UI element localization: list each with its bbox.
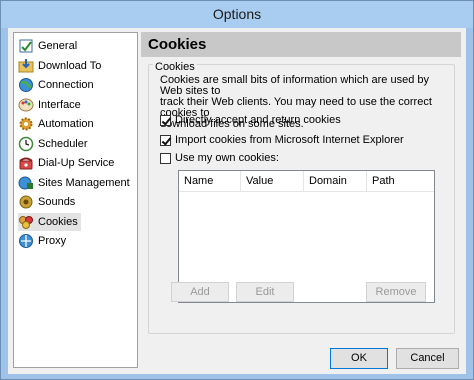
ok-button[interactable]: OK	[330, 348, 388, 369]
options-window: Options General Download To Connection I…	[0, 0, 474, 380]
clock-icon	[18, 136, 34, 152]
sidebar-item-label: Sites Management	[38, 177, 130, 189]
own-cookies-checkbox[interactable]	[160, 152, 171, 164]
sidebar-item-label: Interface	[38, 99, 81, 111]
import-ie-cookies-option[interactable]: Import cookies from Microsoft Internet E…	[160, 134, 404, 146]
sidebar-item-label: Automation	[38, 118, 94, 130]
cancel-button[interactable]: Cancel	[396, 348, 459, 369]
sidebar-item-label: General	[38, 40, 78, 52]
sidebar-item-label: Proxy	[38, 235, 67, 247]
sidebar-item-sites-management[interactable]: Sites Management	[18, 174, 133, 192]
import-ie-cookies-checkbox[interactable]	[160, 134, 171, 146]
sidebar-item-automation[interactable]: Automation	[18, 115, 97, 133]
table-header: Name Value Domain Path	[179, 171, 434, 192]
remove-button[interactable]: Remove	[366, 282, 426, 302]
sidebar-item-label: Sounds	[38, 196, 76, 208]
own-cookies-option[interactable]: Use my own cookies:	[160, 152, 279, 164]
sidebar-item-label: Cookies	[38, 216, 78, 228]
sidebar-item-proxy[interactable]: Proxy	[18, 232, 69, 250]
sidebar-item-download-to[interactable]: Download To	[18, 57, 104, 75]
accept-cookies-option[interactable]: Directly accept and return cookies	[160, 114, 341, 126]
proxy-icon	[18, 233, 34, 249]
groupbox-title: Cookies	[153, 61, 197, 73]
checkbox-label: Directly accept and return cookies	[175, 114, 341, 126]
palette-icon	[18, 97, 34, 113]
sidebar-item-dial-up-service[interactable]: Dial-Up Service	[18, 154, 117, 172]
cookie-icon	[18, 214, 34, 230]
speaker-icon	[18, 194, 34, 210]
sidebar-item-label: Scheduler	[38, 138, 88, 150]
add-button[interactable]: Add	[171, 282, 229, 302]
edit-button[interactable]: Edit	[236, 282, 294, 302]
download-folder-icon	[18, 58, 34, 74]
description-line: Cookies are small bits of information wh…	[160, 74, 430, 97]
sidebar-item-sounds[interactable]: Sounds	[18, 193, 78, 211]
checkbox-label: Import cookies from Microsoft Internet E…	[175, 134, 404, 146]
column-header-path[interactable]: Path	[367, 171, 434, 192]
phone-icon	[18, 155, 34, 171]
title-bar[interactable]: Options	[1, 1, 473, 28]
accept-cookies-checkbox[interactable]	[160, 114, 171, 126]
column-header-value[interactable]: Value	[241, 171, 304, 192]
gear-icon	[18, 116, 34, 132]
page-title: Cookies	[148, 36, 207, 53]
general-icon	[18, 38, 34, 54]
sidebar-item-interface[interactable]: Interface	[18, 96, 84, 114]
sidebar-item-cookies[interactable]: Cookies	[18, 213, 81, 231]
options-category-list: General Download To Connection Interface	[13, 32, 138, 368]
sidebar-item-general[interactable]: General	[18, 37, 80, 55]
sidebar-item-scheduler[interactable]: Scheduler	[18, 135, 91, 153]
panel-header: Cookies	[141, 32, 461, 57]
window-title: Options	[212, 6, 262, 22]
sidebar-item-connection[interactable]: Connection	[18, 76, 97, 94]
sidebar-item-label: Dial-Up Service	[38, 157, 115, 169]
checkbox-label: Use my own cookies:	[175, 152, 279, 164]
globe-icon	[18, 77, 34, 93]
dialog-body: General Download To Connection Interface	[8, 28, 466, 374]
sidebar-item-label: Connection	[38, 79, 94, 91]
column-header-name[interactable]: Name	[179, 171, 241, 192]
sidebar-item-label: Download To	[38, 60, 102, 72]
column-header-domain[interactable]: Domain	[304, 171, 367, 192]
sites-icon	[18, 175, 34, 191]
